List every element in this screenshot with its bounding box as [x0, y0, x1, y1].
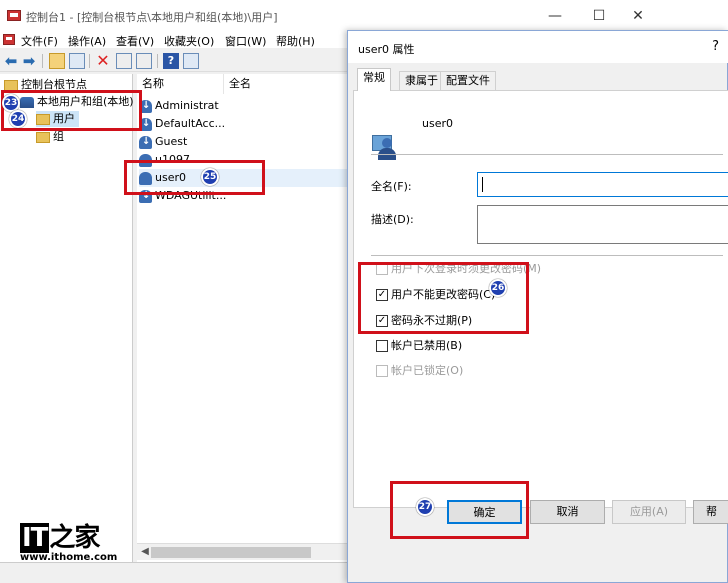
step-badge-26: 26: [489, 279, 507, 297]
scroll-left-icon[interactable]: ◀: [139, 546, 151, 557]
account-disabled-checkbox[interactable]: 帐户已禁用(B): [376, 338, 462, 354]
tab-general[interactable]: 常规: [357, 68, 391, 91]
list-item[interactable]: DefaultAcc...: [139, 115, 349, 133]
delete-icon[interactable]: ✕: [95, 53, 111, 69]
properties-icon[interactable]: [116, 53, 132, 69]
menu-favorites[interactable]: 收藏夹(O): [164, 33, 214, 49]
action-pane-icon[interactable]: [183, 53, 199, 69]
help-button[interactable]: 帮: [693, 500, 728, 524]
apply-button[interactable]: 应用(A): [612, 500, 686, 524]
column-header-fullname[interactable]: 全名: [224, 74, 354, 94]
mdi-window-icon[interactable]: [3, 34, 15, 45]
list-item[interactable]: Administrat: [139, 97, 349, 115]
menu-action[interactable]: 操作(A): [68, 33, 106, 49]
list-item-name: Guest: [155, 135, 188, 148]
username-label: user0: [422, 117, 453, 130]
menu-file[interactable]: 文件(F): [21, 33, 58, 49]
export-list-icon[interactable]: [136, 53, 152, 69]
fullname-label: 全名(F):: [371, 180, 412, 193]
column-header-name[interactable]: 名称: [137, 74, 224, 94]
account-locked-checkbox[interactable]: 帐户已锁定(O): [376, 363, 463, 379]
list-item-name: DefaultAcc...: [155, 117, 226, 130]
dialog-help-icon[interactable]: ?: [712, 39, 719, 54]
user-disabled-icon: [139, 133, 152, 151]
list-item-name: Administrat: [155, 99, 219, 112]
toolbar-separator: [157, 54, 158, 68]
list-item[interactable]: Guest: [139, 133, 349, 151]
title-bar: 控制台1 - [控制台根节点\本地用户和组(本地)\用户] — ☐ ✕: [0, 0, 660, 32]
menu-window[interactable]: 窗口(W): [225, 33, 266, 49]
tree-label-groups: 组: [53, 130, 64, 143]
checkbox-label: 帐户已禁用(B): [391, 339, 463, 352]
step-badge-25: 25: [201, 168, 219, 186]
up-folder-icon[interactable]: [49, 53, 65, 69]
cancel-button[interactable]: 取消: [530, 500, 605, 524]
watermark-url: www.ithome.com: [20, 552, 118, 563]
tab-profile[interactable]: 配置文件: [440, 71, 496, 90]
close-button[interactable]: ✕: [616, 0, 660, 32]
help-icon[interactable]: ?: [163, 53, 179, 69]
ithome-watermark-logo: IT之家 www.ithome.com: [18, 517, 117, 567]
tree-pane: 控制台根节点 本地用户和组(本地) 用户 组: [0, 74, 134, 562]
tab-member-of[interactable]: 隶属于: [399, 71, 444, 90]
console-app-icon: [7, 10, 21, 21]
divider: [371, 255, 723, 256]
dialog-title: user0 属性: [358, 43, 415, 56]
scroll-thumb[interactable]: [151, 547, 311, 558]
forward-arrow-icon[interactable]: ➡: [21, 53, 37, 69]
description-input[interactable]: [477, 205, 728, 244]
step-badge-24: 24: [9, 110, 27, 128]
toolbar-separator: [42, 54, 43, 68]
highlight-box-ok: [390, 481, 529, 539]
divider: [371, 154, 723, 155]
dialog-title-bar: user0 属性 ?: [348, 31, 728, 63]
highlight-box-user0: [124, 160, 265, 195]
tree-item-groups[interactable]: 组: [36, 129, 64, 145]
highlight-box-checkboxes: [358, 262, 529, 334]
maximize-button[interactable]: ☐: [577, 0, 621, 32]
text-caret: [482, 177, 483, 192]
checkbox-label: 帐户已锁定(O): [391, 364, 464, 377]
checkbox-box: [376, 340, 388, 352]
back-arrow-icon[interactable]: ⬅: [3, 53, 19, 69]
folder-icon: [4, 79, 18, 91]
menu-help[interactable]: 帮助(H): [276, 33, 315, 49]
show-tree-icon[interactable]: [69, 53, 85, 69]
menu-view[interactable]: 查看(V): [116, 33, 154, 49]
toolbar-separator: [89, 54, 90, 68]
ithome-logo-mark: IT之家: [20, 523, 100, 553]
window-title: 控制台1 - [控制台根节点\本地用户和组(本地)\用户]: [26, 11, 278, 24]
folder-icon: [36, 131, 50, 143]
user-account-icon: [372, 133, 398, 161]
description-label: 描述(D):: [371, 213, 414, 226]
fullname-input[interactable]: [477, 172, 728, 197]
step-badge-27: 27: [416, 498, 434, 516]
checkbox-box: [376, 365, 388, 377]
minimize-button[interactable]: —: [533, 0, 577, 32]
